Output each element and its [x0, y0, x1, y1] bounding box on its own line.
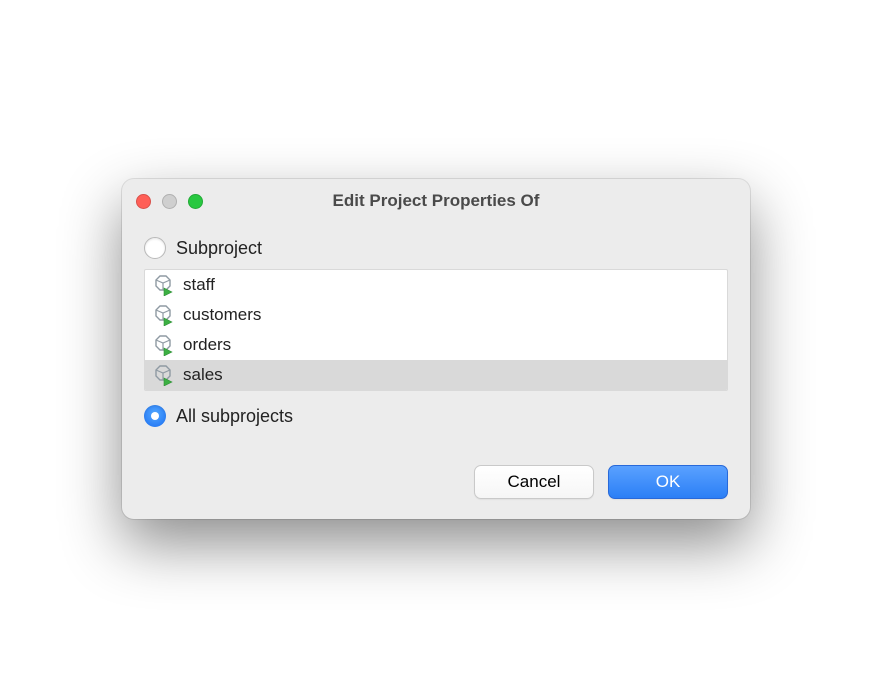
radio-subproject-label: Subproject: [176, 238, 262, 259]
list-item-label: orders: [183, 335, 231, 355]
ok-button[interactable]: OK: [608, 465, 728, 499]
dialog-title: Edit Project Properties Of: [122, 191, 750, 211]
list-item-label: customers: [183, 305, 261, 325]
radio-subproject-indicator: [144, 237, 166, 259]
radio-option-subproject[interactable]: Subproject: [144, 237, 728, 259]
button-row: Cancel OK: [144, 437, 728, 499]
cancel-button[interactable]: Cancel: [474, 465, 594, 499]
list-item[interactable]: sales: [145, 360, 727, 390]
module-icon: [153, 274, 175, 296]
module-icon: [153, 304, 175, 326]
list-item[interactable]: customers: [145, 300, 727, 330]
close-button[interactable]: [136, 194, 151, 209]
radio-option-all-subprojects[interactable]: All subprojects: [144, 405, 728, 427]
minimize-button[interactable]: [162, 194, 177, 209]
list-item-label: sales: [183, 365, 223, 385]
module-icon: [153, 364, 175, 386]
traffic-lights: [136, 194, 203, 209]
titlebar: Edit Project Properties Of: [122, 179, 750, 223]
dialog-content: Subproject staff customers orders sales All…: [122, 223, 750, 519]
module-icon: [153, 334, 175, 356]
radio-all-label: All subprojects: [176, 406, 293, 427]
list-item[interactable]: orders: [145, 330, 727, 360]
radio-all-indicator: [144, 405, 166, 427]
dialog-window: Edit Project Properties Of Subproject st…: [122, 179, 750, 519]
maximize-button[interactable]: [188, 194, 203, 209]
list-item-label: staff: [183, 275, 215, 295]
list-item[interactable]: staff: [145, 270, 727, 300]
subproject-list[interactable]: staff customers orders sales: [144, 269, 728, 391]
